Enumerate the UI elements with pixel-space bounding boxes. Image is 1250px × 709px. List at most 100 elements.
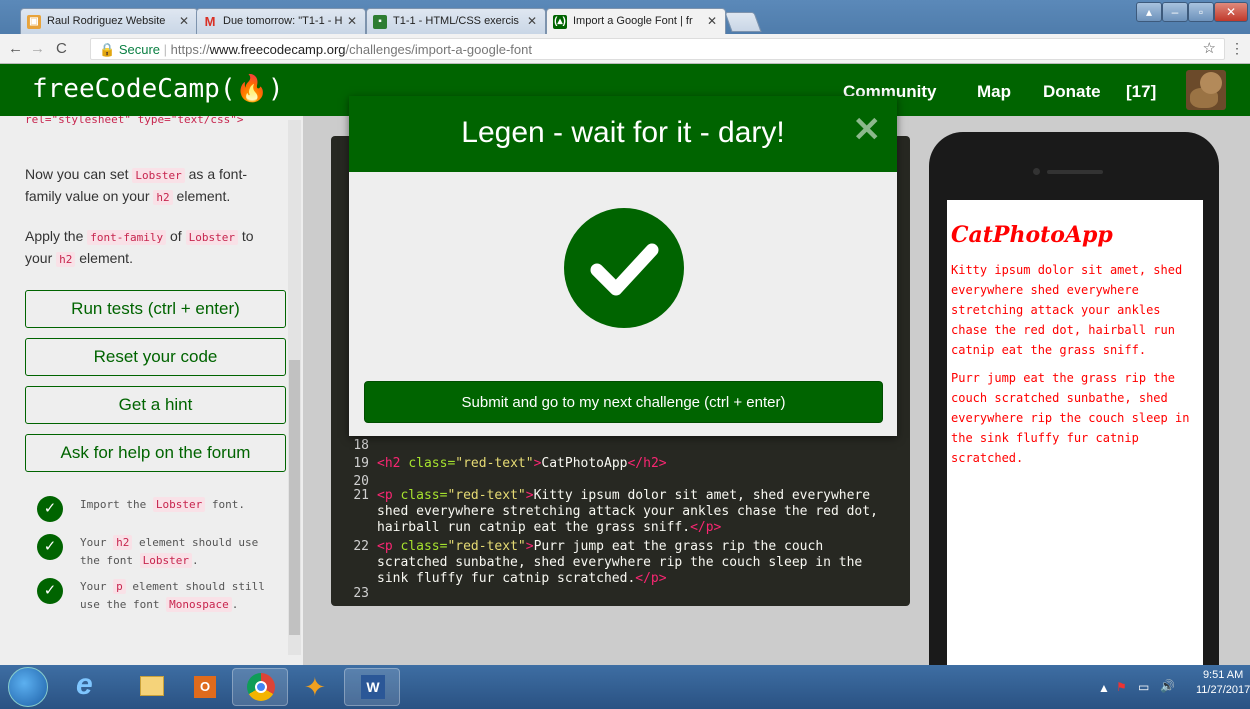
- code-lobster: Lobster: [185, 230, 238, 245]
- tab-raul-website[interactable]: ▣ Raul Rodriguez Website ✕: [20, 8, 198, 34]
- tok: "red-text": [447, 539, 526, 554]
- check-icon: ✓: [37, 534, 63, 560]
- url-field[interactable]: 🔒 Secure | https://www.freecodecamp.org/…: [90, 38, 1225, 60]
- maximize-button[interactable]: ▫: [1188, 2, 1214, 22]
- code-monospace: Monospace: [166, 597, 232, 612]
- fcc-logo[interactable]: freeCodeCamp(🔥): [32, 74, 284, 104]
- clipped-code-line: rel="stylesheet" type="text/css">: [25, 116, 244, 126]
- modal-title: Legen - wait for it - dary!: [461, 116, 785, 149]
- windows-taskbar: e O ✦ W ▲ ⚑ ▭ 🔊: [0, 665, 1250, 709]
- nav-map[interactable]: Map: [977, 82, 1011, 102]
- start-button-icon[interactable]: [8, 667, 48, 707]
- close-tab-icon[interactable]: ✕: [527, 14, 537, 28]
- tok: hairball run catnip eat the grass sniff.: [377, 520, 691, 535]
- secure-label: Secure: [118, 42, 161, 57]
- challenge-instructions-panel: rel="stylesheet" type="text/css"> Now yo…: [0, 116, 303, 665]
- tab-title: Import a Google Font | fr: [573, 15, 693, 27]
- tab-title: T1-1 - HTML/CSS exercis: [393, 15, 519, 27]
- test-item: Your p element should still use the font…: [80, 578, 280, 614]
- code-line-22: <p class="red-text">Purr jump eat the gr…: [377, 539, 823, 554]
- menu-dots-icon[interactable]: ⋮: [1230, 40, 1244, 57]
- back-arrow-icon[interactable]: ←: [8, 40, 23, 57]
- tab-import-google-font[interactable]: (▴) Import a Google Font | fr ✕: [546, 8, 726, 35]
- minimize-button[interactable]: –: [1162, 2, 1188, 22]
- ie-icon[interactable]: e: [62, 668, 118, 706]
- run-tests-button[interactable]: Run tests (ctrl + enter): [25, 290, 286, 328]
- code-lobster: Lobster: [132, 168, 185, 183]
- phone-preview-frame: CatPhotoApp Kitty ipsum dolor sit amet, …: [929, 132, 1219, 665]
- reset-code-button[interactable]: Reset your code: [25, 338, 286, 376]
- url-path: /challenges/import-a-google-font: [345, 42, 532, 57]
- text: .: [191, 554, 199, 567]
- text: element.: [75, 250, 133, 266]
- text: Import the: [80, 498, 153, 511]
- tok: <h2: [377, 456, 409, 471]
- check-icon: ✓: [37, 496, 63, 522]
- text: Apply the: [25, 228, 88, 244]
- bookmark-star-icon[interactable]: ☆: [1203, 39, 1216, 57]
- text: Your: [80, 580, 114, 593]
- code-line-21-wrap: shed everywhere stretching attack your a…: [377, 504, 878, 519]
- text: of: [166, 228, 186, 244]
- tab-classroom[interactable]: ▪ T1-1 - HTML/CSS exercis ✕: [366, 8, 546, 34]
- browser-tab-bar: ▣ Raul Rodriguez Website ✕ M Due tomorro…: [0, 0, 1250, 35]
- code-h2: h2: [56, 252, 76, 267]
- get-hint-button[interactable]: Get a hint: [25, 386, 286, 424]
- new-tab-button[interactable]: [724, 12, 762, 32]
- user-icon[interactable]: ▴: [1136, 2, 1162, 22]
- word-icon[interactable]: W: [344, 668, 400, 706]
- tok: <p: [377, 488, 401, 503]
- tok: Kitty ipsum dolor sit amet, shed everywh…: [533, 488, 871, 503]
- code-line-19: <h2 class="red-text">CatPhotoApp</h2>: [377, 456, 667, 471]
- tok: >: [525, 539, 534, 554]
- fcc-icon: (▴): [553, 15, 567, 29]
- reload-icon[interactable]: C: [56, 40, 67, 57]
- code-h2: h2: [153, 190, 173, 205]
- outlook-icon[interactable]: O: [178, 668, 234, 706]
- tab-gmail[interactable]: M Due tomorrow: "T1-1 - H ✕: [196, 8, 366, 34]
- tok: </h2>: [627, 456, 667, 471]
- close-tab-icon[interactable]: ✕: [179, 14, 189, 28]
- tab-title: Raul Rodriguez Website: [47, 15, 166, 27]
- test-item: Your h2 element should use the font Lobs…: [80, 534, 280, 570]
- network-icon[interactable]: ▭: [1138, 680, 1149, 694]
- preview-screen: CatPhotoApp Kitty ipsum dolor sit amet, …: [947, 200, 1203, 665]
- taskbar-clock[interactable]: 9:51 AM 11/27/2017: [1196, 668, 1250, 698]
- tok: >: [525, 488, 534, 503]
- tray-up-arrow-icon[interactable]: ▲: [1098, 681, 1110, 695]
- phone-camera: [1033, 168, 1040, 175]
- ask-forum-button[interactable]: Ask for help on the forum: [25, 434, 286, 472]
- line-number: 19: [353, 456, 369, 471]
- scrollbar-thumb[interactable]: [289, 360, 300, 635]
- nav-donate[interactable]: Donate: [1043, 82, 1101, 102]
- forward-arrow-icon[interactable]: →: [30, 40, 45, 57]
- modal-header: Legen - wait for it - dary! ✕: [349, 96, 897, 172]
- submit-next-challenge-button[interactable]: Submit and go to my next challenge (ctrl…: [364, 381, 883, 423]
- text: element.: [172, 188, 231, 204]
- close-window-button[interactable]: ✕: [1214, 2, 1248, 22]
- fox-app-icon[interactable]: ✦: [290, 668, 346, 706]
- test-item: Import the Lobster font.: [80, 496, 280, 514]
- tok: sink fluffy fur catnip scratched.: [377, 571, 636, 586]
- avatar[interactable]: [1186, 70, 1226, 110]
- tok: </p>: [635, 571, 667, 586]
- code-lobster: Lobster: [139, 553, 192, 568]
- tok: class=: [400, 539, 448, 554]
- tok: Purr jump eat the grass rip the couch: [533, 539, 824, 554]
- code-p: p: [113, 579, 126, 594]
- lock-icon: 🔒: [99, 42, 116, 57]
- text: .: [231, 598, 239, 611]
- close-tab-icon[interactable]: ✕: [707, 14, 717, 28]
- explorer-icon[interactable]: [124, 668, 180, 706]
- close-icon[interactable]: ✕: [853, 110, 882, 150]
- code-line-22-wrap: sink fluffy fur catnip scratched.</p>: [377, 571, 667, 586]
- chrome-icon[interactable]: [232, 668, 288, 706]
- address-bar-row: ← → C 🔒 Secure | https://www.freecodecam…: [0, 34, 1250, 64]
- left-panel-scrollbar[interactable]: [288, 120, 301, 655]
- line-number: 21: [353, 488, 369, 503]
- close-tab-icon[interactable]: ✕: [347, 14, 357, 28]
- codepen-icon: ▣: [27, 15, 41, 29]
- volume-icon[interactable]: 🔊: [1160, 679, 1175, 693]
- flag-icon[interactable]: ⚑: [1116, 680, 1127, 694]
- points-badge[interactable]: [17]: [1126, 82, 1156, 102]
